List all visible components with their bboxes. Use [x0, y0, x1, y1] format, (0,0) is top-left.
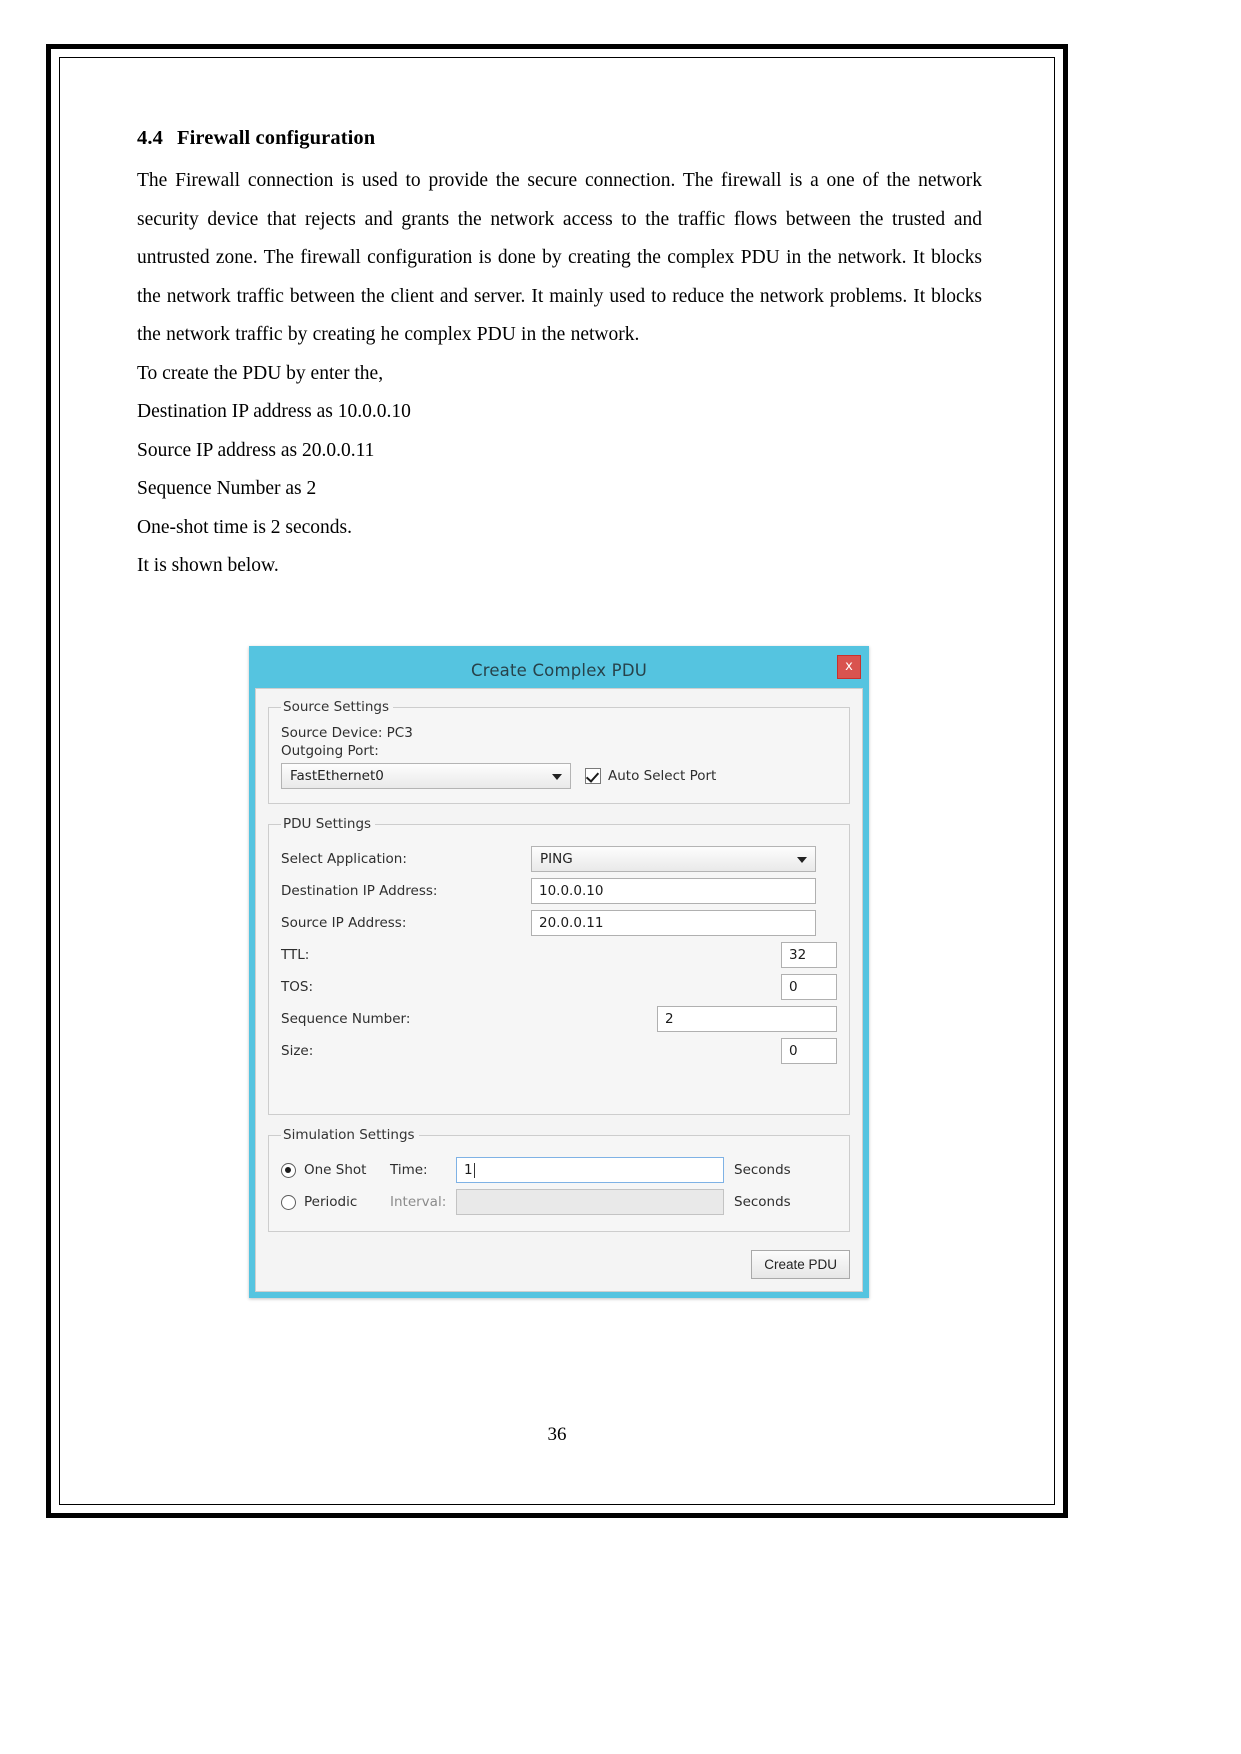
size-input[interactable]: 0: [781, 1038, 837, 1064]
ttl-value: 32: [789, 947, 807, 963]
one-shot-time-value: 1: [464, 1162, 473, 1178]
chevron-down-icon: [552, 774, 562, 780]
simulation-settings-group: Simulation Settings One Shot Time: 1 Sec…: [268, 1127, 850, 1232]
one-shot-time-input[interactable]: 1: [456, 1157, 724, 1183]
page-border: 4.4 Firewall configuration The Firewall c…: [46, 44, 1068, 1518]
periodic-row: Periodic Interval: Seconds: [281, 1189, 837, 1215]
periodic-radio[interactable]: [281, 1194, 296, 1210]
destination-ip-value: 10.0.0.10: [539, 883, 604, 899]
source-ip-label: Source IP Address:: [281, 915, 407, 931]
outgoing-port-value: FastEthernet0: [290, 768, 384, 784]
field-row-select-application: Select Application: PING: [281, 846, 837, 872]
note-line-shown-below: It is shown below.: [137, 555, 279, 576]
sequence-number-label: Sequence Number:: [281, 1011, 411, 1027]
section-number: 4.4: [137, 127, 163, 149]
outgoing-port-label: Outgoing Port:: [281, 743, 379, 759]
periodic-label: Periodic: [304, 1194, 358, 1210]
source-device-label: Source Device: PC3: [281, 725, 413, 741]
body-paragraph: The Firewall connection is used to provi…: [137, 170, 982, 345]
simulation-settings-legend: Simulation Settings: [283, 1127, 415, 1143]
note-line-1: To create the PDU by enter the,: [137, 362, 384, 384]
field-row-sequence-number: Sequence Number: 2: [281, 1006, 837, 1032]
field-row-tos: TOS: 0: [281, 974, 837, 1000]
note-line-source-ip: Source IP address as 20.0.0.11: [137, 439, 375, 461]
time-label: Time:: [390, 1162, 428, 1178]
auto-select-port-label: Auto Select Port: [608, 768, 717, 784]
sequence-number-value: 2: [665, 1011, 674, 1027]
dialog-titlebar: Create Complex PDU x: [255, 652, 863, 688]
pdu-settings-legend: PDU Settings: [283, 816, 372, 832]
create-complex-pdu-dialog: Create Complex PDU x Source Settings Sou…: [249, 646, 869, 1298]
section-title: Firewall configuration: [177, 127, 376, 149]
field-row-ttl: TTL: 32: [281, 942, 837, 968]
one-shot-row: One Shot Time: 1 Seconds: [281, 1157, 837, 1183]
one-shot-radio[interactable]: [281, 1162, 296, 1178]
source-ip-value: 20.0.0.11: [539, 915, 604, 931]
dialog-title: Create Complex PDU: [470, 660, 648, 680]
source-settings-legend: Source Settings: [283, 699, 390, 715]
note-line-one-shot: One-shot time is 2 seconds.: [137, 516, 353, 538]
note-line-destination-ip: Destination IP address as 10.0.0.10: [137, 401, 411, 422]
sequence-number-input[interactable]: 2: [657, 1006, 837, 1032]
dialog-body: Source Settings Source Device: PC3 Outgo…: [255, 688, 863, 1292]
destination-ip-input[interactable]: 10.0.0.10: [531, 878, 816, 904]
dialog-button-row: Create PDU: [268, 1244, 850, 1279]
text-caret: [473, 1162, 475, 1178]
source-settings-group: Source Settings Source Device: PC3 Outgo…: [268, 699, 850, 804]
tos-input[interactable]: 0: [781, 974, 837, 1000]
field-row-destination-ip: Destination IP Address: 10.0.0.10: [281, 878, 837, 904]
field-row-size: Size: 0: [281, 1038, 837, 1064]
chevron-down-icon: [797, 857, 807, 863]
outgoing-port-select[interactable]: FastEthernet0: [281, 763, 571, 789]
close-icon[interactable]: x: [837, 655, 861, 679]
select-application-label: Select Application:: [281, 851, 407, 867]
ttl-input[interactable]: 32: [781, 942, 837, 968]
ttl-label: TTL:: [281, 947, 310, 963]
note-line-sequence-number: Sequence Number as 2: [137, 478, 317, 499]
one-shot-label: One Shot: [304, 1162, 367, 1178]
interval-input[interactable]: [456, 1189, 724, 1215]
document-content: 4.4 Firewall configuration The Firewall c…: [137, 127, 982, 586]
size-value: 0: [789, 1043, 798, 1059]
tos-label: TOS:: [281, 979, 313, 995]
select-application-value: PING: [540, 851, 573, 867]
size-label: Size:: [281, 1043, 314, 1059]
select-application-select[interactable]: PING: [531, 846, 816, 872]
field-row-source-ip: Source IP Address: 20.0.0.11: [281, 910, 837, 936]
interval-units-label: Seconds: [734, 1194, 791, 1210]
auto-select-port-checkbox[interactable]: [585, 768, 601, 784]
source-ip-input[interactable]: 20.0.0.11: [531, 910, 816, 936]
interval-label: Interval:: [390, 1194, 447, 1210]
page-number: 36: [547, 1424, 567, 1445]
page-title: 4.4 Firewall configuration: [137, 127, 982, 150]
destination-ip-label: Destination IP Address:: [281, 883, 438, 899]
create-pdu-button[interactable]: Create PDU: [751, 1250, 850, 1279]
time-units-label: Seconds: [734, 1162, 791, 1178]
tos-value: 0: [789, 979, 798, 995]
pdu-settings-group: PDU Settings Select Application: PING De…: [268, 816, 850, 1115]
